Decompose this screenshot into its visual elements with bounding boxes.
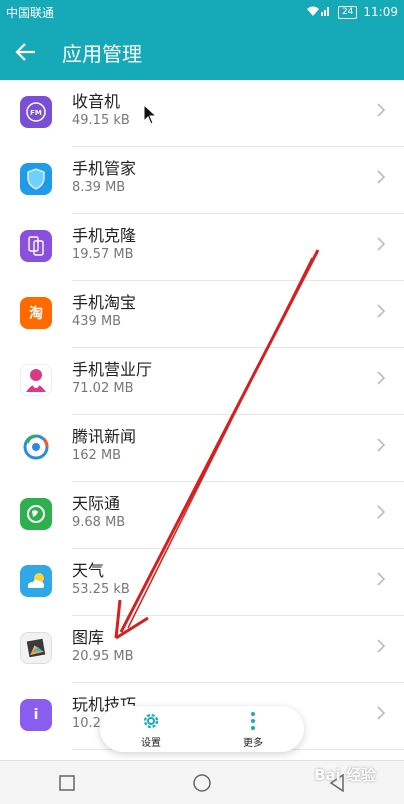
weather-icon xyxy=(20,565,52,597)
app-name: 收音机 xyxy=(72,92,121,111)
taobao-icon: 淘 xyxy=(20,297,52,329)
app-name: 天气 xyxy=(72,561,105,580)
gallery-icon xyxy=(20,632,52,664)
app-name: 手机营业厅 xyxy=(72,360,153,379)
app-size: 49.15 kB xyxy=(72,113,130,128)
gear-icon xyxy=(143,713,159,728)
more-button[interactable]: 更多 xyxy=(213,710,293,749)
chevron-right-icon xyxy=(377,170,386,184)
phone-clone-icon xyxy=(20,230,52,262)
more-label: 更多 xyxy=(243,737,263,749)
app-list: FM 收音机 49.15 kB 手机管家 8.39 MB 手机克隆 19.57 … xyxy=(0,80,404,760)
recent-apps-button[interactable] xyxy=(37,761,97,804)
app-bar: 应用管理 xyxy=(0,24,404,80)
watermark-logo: Bai 经验 xyxy=(314,766,376,784)
list-item[interactable]: 手机克隆 19.57 MB xyxy=(0,214,404,281)
tips-icon: i xyxy=(20,699,52,731)
app-size: 53.25 kB xyxy=(72,582,130,597)
bottom-action-bar: 设置 更多 xyxy=(100,706,304,752)
radio-fm-icon: FM xyxy=(20,96,52,128)
app-size: 10.2 xyxy=(72,716,101,731)
app-size: 19.57 MB xyxy=(72,247,134,262)
list-item[interactable]: FM 收音机 49.15 kB xyxy=(0,80,404,147)
battery-icon: 24 xyxy=(337,5,358,19)
app-size: 20.95 MB xyxy=(72,649,134,664)
app-name: 手机克隆 xyxy=(72,226,137,245)
app-size: 162 MB xyxy=(72,448,122,463)
chevron-right-icon xyxy=(377,706,386,720)
chevron-right-icon xyxy=(377,103,386,117)
svg-text:FM: FM xyxy=(30,109,42,117)
carrier-label: 中国联通 xyxy=(6,5,55,20)
chevron-right-icon xyxy=(377,237,386,251)
chevron-right-icon xyxy=(377,371,386,385)
unicom-hall-icon xyxy=(20,364,52,396)
app-size: 439 MB xyxy=(72,314,122,329)
chevron-right-icon xyxy=(377,438,386,452)
app-name: 图库 xyxy=(72,628,105,647)
list-item[interactable]: 天际通 9.68 MB xyxy=(0,482,404,549)
list-item[interactable]: 手机管家 8.39 MB xyxy=(0,147,404,214)
globe-icon xyxy=(20,498,52,530)
more-vertical-icon xyxy=(251,711,255,730)
settings-label: 设置 xyxy=(141,737,161,749)
chevron-right-icon xyxy=(377,639,386,653)
list-item[interactable]: 腾讯新闻 162 MB xyxy=(0,415,404,482)
list-item[interactable]: 淘 手机淘宝 439 MB xyxy=(0,281,404,348)
page-title: 应用管理 xyxy=(62,41,142,66)
tips-glyph: i xyxy=(33,707,39,723)
list-item[interactable]: 手机营业厅 71.02 MB xyxy=(0,348,404,415)
chevron-right-icon xyxy=(377,505,386,519)
back-button[interactable] xyxy=(0,24,52,80)
list-item[interactable]: 天气 53.25 kB xyxy=(0,549,404,616)
tencent-news-icon xyxy=(20,431,52,463)
app-size: 9.68 MB xyxy=(72,515,126,530)
app-size: 71.02 MB xyxy=(72,381,134,396)
shield-icon xyxy=(20,163,52,195)
chevron-right-icon xyxy=(377,304,386,318)
wifi-signal-icon xyxy=(306,5,332,20)
circle-icon xyxy=(193,773,211,792)
taobao-glyph: 淘 xyxy=(29,306,43,322)
clock: 11:09 xyxy=(363,5,398,19)
settings-button[interactable]: 设置 xyxy=(111,710,191,749)
square-icon xyxy=(59,774,76,791)
app-size: 8.39 MB xyxy=(72,180,126,195)
status-bar: 中国联通 24 11:09 xyxy=(0,0,404,24)
app-name: 手机管家 xyxy=(72,159,137,178)
mouse-cursor-icon xyxy=(143,104,157,125)
app-name: 天际通 xyxy=(72,494,121,513)
app-name: 腾讯新闻 xyxy=(72,427,137,446)
back-arrow-icon xyxy=(15,43,35,61)
app-name: 手机淘宝 xyxy=(72,293,137,312)
chevron-right-icon xyxy=(377,572,386,586)
list-item[interactable]: 图库 20.95 MB xyxy=(0,616,404,683)
home-button[interactable] xyxy=(172,761,232,804)
